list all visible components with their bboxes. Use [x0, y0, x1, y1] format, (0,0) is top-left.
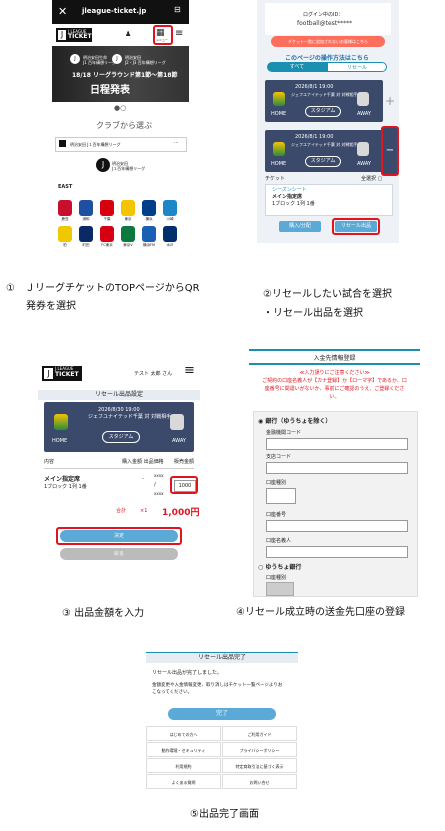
- form-title: 入金先情報登録: [313, 355, 356, 362]
- club-grid: 鹿島 浦和 千葉 東京 横浜 川崎柏 町田 FC東京 東京V 横浜FM 水戸: [58, 200, 184, 256]
- radio-yucho[interactable]: ○ ゆうちょ銀行: [258, 564, 301, 572]
- home-emblem: [273, 92, 285, 106]
- account-holder-input[interactable]: [266, 546, 408, 558]
- back-button[interactable]: 戻る: [60, 548, 178, 560]
- logo[interactable]: J.LEAGUE TICKET J: [42, 366, 82, 381]
- club-name: 柏: [63, 243, 67, 247]
- east-label: EAST: [58, 184, 73, 190]
- distribute-button[interactable]: 購入/分配: [279, 221, 321, 232]
- caption-2b: ・リセール出品を選択: [263, 308, 363, 319]
- expand-plus-button[interactable]: +: [385, 94, 395, 108]
- screenshot-4-bank-registration: 入金先情報登録 ≪入力誤りにご注意ください≫ ご契約の口座名義人が【カナ登録】か…: [249, 349, 420, 598]
- branch-code-input[interactable]: [266, 462, 408, 474]
- footer-links: はじめての方へ ご利用ガイド 動作環境・セキュリティ プライバシーポリシー 利用規約 特定…: [146, 726, 298, 790]
- club-emblem[interactable]: [163, 200, 177, 216]
- footer-link[interactable]: ご利用ガイド: [222, 726, 297, 741]
- select-all[interactable]: 全選択 ▢: [361, 176, 382, 183]
- bank-code-input[interactable]: [266, 438, 408, 450]
- qr-highlight: [153, 25, 173, 45]
- screenshot-3-resale-settings: J.LEAGUE TICKET J テスト 太郎 さん ≡ リセール出品設定 2…: [38, 362, 200, 573]
- footer-link[interactable]: 利用規約: [146, 758, 221, 773]
- how-to-link[interactable]: このページの操作方法はこちら: [285, 53, 369, 62]
- footer-link[interactable]: 動作環境・セキュリティ: [146, 742, 221, 757]
- club-emblem[interactable]: [121, 200, 135, 216]
- club-name: 水戸: [166, 243, 174, 247]
- tab-resale[interactable]: リセール: [327, 62, 387, 72]
- hamburger-icon[interactable]: ≡: [175, 29, 183, 39]
- radio-bank[interactable]: ◉ 銀行（ゆうちょを除く）: [258, 418, 331, 426]
- page-title: リセール出品設定: [38, 390, 200, 400]
- club-name: 東京: [124, 217, 132, 221]
- club-name: 鹿島: [61, 217, 69, 221]
- warning-block: ≪入力誤りにご注意ください≫ ご契約の口座名義人が【カナ登録】か【ローマ字】であ…: [262, 370, 407, 400]
- screenshot-5-complete: リセール出品完了 リセール出品が完了しました。 金額変更や入金情報変更、取り消し…: [146, 648, 298, 793]
- club-name: 川崎: [166, 217, 174, 221]
- caption-1b: 発券を選択: [26, 301, 76, 312]
- match-card-2[interactable]: 2026/8/1 19:00 ジェフユナイテッド千葉 対 対戦相手 HOME A…: [265, 130, 383, 172]
- tab-all[interactable]: すべて: [267, 62, 327, 72]
- user-name: テスト 太郎 さん: [134, 371, 173, 377]
- club-emblem[interactable]: [58, 226, 72, 242]
- league-badge: J: [96, 158, 110, 172]
- club-emblem[interactable]: [121, 226, 135, 242]
- league-select[interactable]: 明治安田 J１百年構想リーグ ···: [55, 137, 187, 152]
- club-emblem[interactable]: [142, 200, 156, 216]
- bank-form: ◉ 銀行（ゆうちょを除く） 金融機関コード 支店コード 口座種別 口座番号 口座…: [253, 411, 418, 597]
- caption-2a: ②リセールしたい試合を選択: [263, 289, 392, 300]
- hamburger-icon[interactable]: ≡: [184, 364, 195, 378]
- carousel-dots[interactable]: ●○: [114, 104, 126, 112]
- resale-highlight: [332, 218, 380, 235]
- club-emblem[interactable]: [163, 226, 177, 242]
- screenshot-2-ticket-list: ログイン中のID： football@test***** チケット一覧に追加され…: [257, 0, 399, 243]
- footer-link[interactable]: プライバシーポリシー: [222, 742, 297, 757]
- footer-link[interactable]: はじめての方へ: [146, 726, 221, 741]
- match-card: 2026/8/30 19:00 ジェフユナイテッド千葉 対 対戦相手 HOME …: [44, 402, 194, 452]
- club-name: 千葉: [103, 217, 111, 221]
- price-highlight: [170, 476, 198, 494]
- club-emblem[interactable]: [100, 226, 114, 242]
- yucho-type-select[interactable]: [266, 582, 294, 596]
- club-name: FC東京: [101, 243, 113, 247]
- banner[interactable]: J 明治安田生命 J1 百年構想リーグ J 明治安田 J2・J3 百年構想リーグ…: [52, 46, 189, 102]
- bookmark-icon[interactable]: ⊟: [174, 5, 181, 14]
- caption-3: ③ 出品金額を入力: [62, 608, 145, 619]
- account-type-select[interactable]: [266, 488, 296, 504]
- club-name: 横浜: [145, 217, 153, 221]
- screenshot-1-top-page: ✕ jleague-ticket.jp ⊟ J.LEAGUE TICKET J …: [52, 0, 189, 256]
- club-name: 東京V: [123, 243, 133, 247]
- club-emblem[interactable]: [100, 200, 114, 216]
- total-price: 1,000円: [162, 508, 200, 518]
- minus-highlight: [381, 126, 399, 176]
- footer-link[interactable]: お問い合せ: [222, 774, 297, 789]
- club-heading: クラブから選ぶ: [96, 121, 152, 130]
- club-name: 横浜FM: [142, 243, 156, 247]
- away-emblem: [357, 92, 369, 106]
- club-name: 浦和: [82, 217, 90, 221]
- footer-link[interactable]: 特定商取引法に基づく表示: [222, 758, 297, 773]
- page-title: リセール出品完了: [146, 652, 298, 663]
- url-text: jleague-ticket.jp: [82, 7, 147, 15]
- close-icon[interactable]: ✕: [58, 5, 67, 18]
- match-card-1[interactable]: 2026/8/1 19:00 ジェフユナイテッド千葉 対 対戦相手 HOME A…: [265, 80, 383, 122]
- account-number-input[interactable]: [266, 520, 408, 532]
- id-box: ログイン中のID： football@test*****: [265, 3, 391, 35]
- caption-1a: ① ＪリーグチケットのTOPページからQR: [6, 283, 200, 294]
- club-emblem[interactable]: [142, 226, 156, 242]
- ticket-add-button[interactable]: チケット一覧に追加されないお客様はこちら: [271, 36, 385, 47]
- club-emblem[interactable]: [79, 200, 93, 216]
- caption-4: ④リセール成立時の送金先口座の登録: [236, 607, 405, 618]
- club-emblem[interactable]: [79, 226, 93, 242]
- club-name: 町田: [82, 243, 90, 247]
- seat-card[interactable]: シーズンシート メイン指定席 1ブロック 1列 1番: [265, 184, 393, 216]
- club-emblem[interactable]: [58, 200, 72, 216]
- caption-5: ⑤出品完了画面: [190, 809, 259, 820]
- confirm-highlight: [56, 527, 182, 545]
- footer-link[interactable]: よくある質問: [146, 774, 221, 789]
- logo[interactable]: J.LEAGUE TICKET J: [56, 28, 92, 42]
- done-button[interactable]: 完了: [168, 708, 276, 720]
- user-icon[interactable]: ♟: [125, 30, 131, 38]
- stadium-pill: スタジアム: [305, 106, 341, 117]
